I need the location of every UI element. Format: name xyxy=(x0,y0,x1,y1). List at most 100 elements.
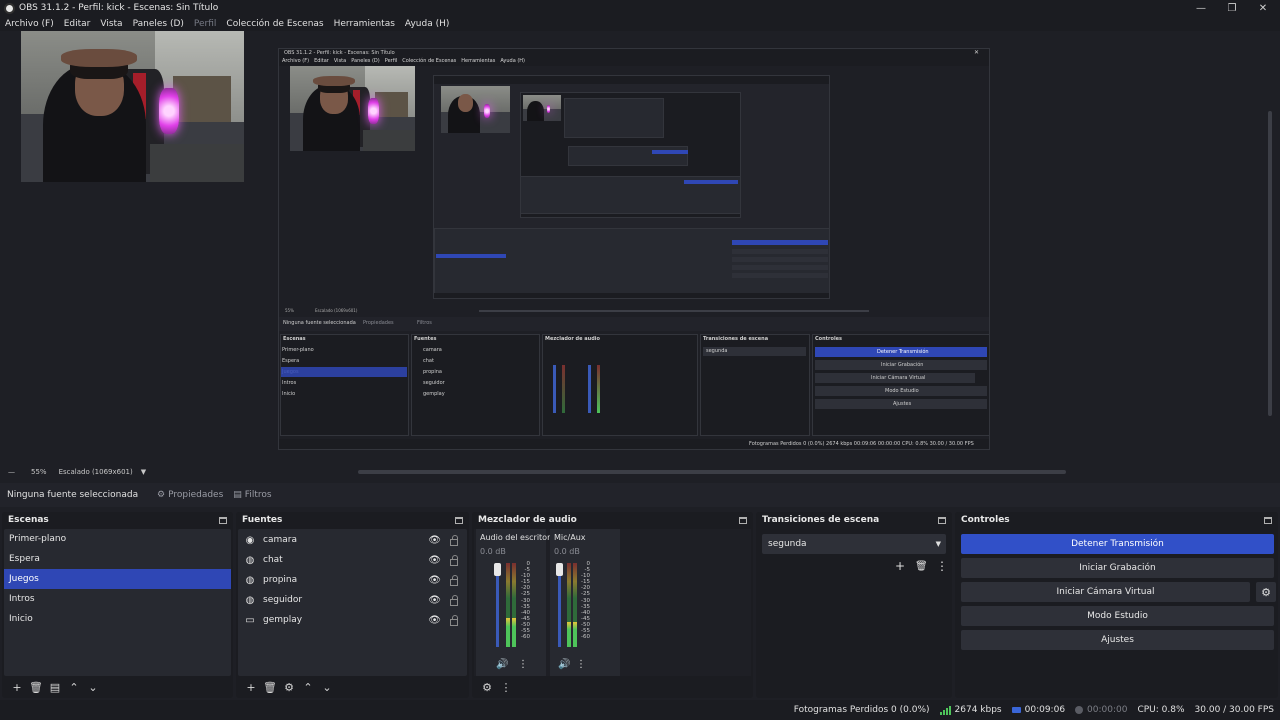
menu-ayuda[interactable]: Ayuda (H) xyxy=(405,19,449,29)
kebab-menu-icon[interactable]: ⋮ xyxy=(497,679,515,695)
trash-icon[interactable]: 🗑 xyxy=(27,679,45,695)
level-meter xyxy=(506,563,510,647)
lock-icon[interactable] xyxy=(450,535,458,546)
maximize-button[interactable]: ❐ xyxy=(1217,0,1247,16)
source-item[interactable]: ▭ gemplay 👁 xyxy=(238,610,467,630)
gear-icon[interactable]: ⚙ xyxy=(478,679,496,695)
close-button[interactable]: ✕ xyxy=(1248,0,1278,16)
menu-herramientas[interactable]: Herramientas xyxy=(334,19,395,29)
menu-coleccion-escenas[interactable]: Colección de Escenas xyxy=(226,19,323,29)
eye-icon[interactable]: 👁 xyxy=(428,555,441,566)
nested-close-icon: ✕ xyxy=(974,49,980,56)
move-down-button[interactable]: ⌄ xyxy=(318,679,336,695)
nested-menu: Archivo (F) Editar Vista Paneles (D) Perfil C… xyxy=(282,58,526,64)
speaker-icon[interactable]: 🔊 xyxy=(558,659,570,670)
level-meter xyxy=(512,563,516,647)
lock-icon[interactable] xyxy=(450,575,458,586)
start-recording-button[interactable]: Iniciar Grabación xyxy=(961,558,1274,578)
trash-icon[interactable]: 🗑 xyxy=(261,679,279,695)
transition-select[interactable]: segunda ▼ xyxy=(762,534,946,554)
lock-icon[interactable] xyxy=(450,555,458,566)
status-bar: Fotogramas Perdidos 0 (0.0%) 2674 kbps 0… xyxy=(0,700,1280,720)
window-title: OBS 31.1.2 - Perfil: kick - Escenas: Sin… xyxy=(19,3,219,13)
studio-mode-button[interactable]: Modo Estudio xyxy=(961,606,1274,626)
source-item[interactable]: ◍ chat 👁 xyxy=(238,550,467,570)
lock-icon[interactable] xyxy=(450,595,458,606)
source-item[interactable]: ◉ camara 👁 xyxy=(238,530,467,550)
bitrate: 2674 kbps xyxy=(939,705,1002,715)
preview-horizontal-scrollbar[interactable] xyxy=(358,470,1066,474)
eye-icon[interactable]: 👁 xyxy=(428,535,441,546)
add-source-button[interactable]: + xyxy=(242,679,260,695)
scene-item[interactable]: Espera xyxy=(4,549,231,569)
volume-knob[interactable] xyxy=(556,563,563,576)
db-tick: -60 xyxy=(521,634,530,641)
scene-item[interactable]: Intros xyxy=(4,589,231,609)
scale-dropdown-icon[interactable]: ▼ xyxy=(141,468,146,476)
volume-knob[interactable] xyxy=(494,563,501,576)
undock-icon[interactable] xyxy=(219,516,227,524)
mixer-channel-desktop: Audio del escritorio 0.0 dB 0 -5 -10 -15 -20… xyxy=(476,529,557,676)
properties-button[interactable]: ⚙ Propiedades xyxy=(157,490,223,500)
kebab-menu-icon[interactable]: ⋮ xyxy=(576,659,586,670)
preview-vertical-scrollbar[interactable] xyxy=(1268,111,1272,416)
lock-icon[interactable] xyxy=(450,615,458,626)
start-virtual-camera-button[interactable]: Iniciar Cámara Virtual xyxy=(961,582,1250,602)
stop-streaming-button[interactable]: Detener Transmisión xyxy=(961,534,1274,554)
context-bar: Ninguna fuente seleccionada ⚙ Propiedade… xyxy=(0,483,1280,507)
scale-label[interactable]: Escalado (1069x601) xyxy=(59,468,133,476)
signal-icon xyxy=(939,705,952,715)
undock-icon[interactable] xyxy=(938,516,946,524)
undock-icon[interactable] xyxy=(455,516,463,524)
undock-icon[interactable] xyxy=(1264,516,1272,524)
eye-icon[interactable]: 👁 xyxy=(428,595,441,606)
scene-item[interactable]: Primer-plano xyxy=(4,529,231,549)
scene-item[interactable]: Inicio xyxy=(4,609,231,629)
kebab-menu-icon[interactable]: ⋮ xyxy=(518,659,528,670)
filter-icon: ▤ xyxy=(233,490,242,500)
minimize-button[interactable]: — xyxy=(1186,0,1216,16)
add-scene-button[interactable]: + xyxy=(8,679,26,695)
kebab-menu-icon[interactable]: ⋮ xyxy=(936,559,948,573)
controls-title: Controles xyxy=(961,515,1010,525)
zoom-out-button[interactable]: — xyxy=(8,468,15,476)
game-capture-nested-obs[interactable]: OBS 31.1.2 - Perfil: kick - Escenas: Sin… xyxy=(278,48,990,450)
add-transition-button[interactable]: + xyxy=(895,559,905,573)
camera-icon: ◉ xyxy=(245,534,255,546)
zoom-row: — 55% Escalado (1069x601) ▼ xyxy=(0,466,146,478)
move-down-button[interactable]: ⌄ xyxy=(84,679,102,695)
nested-webcam xyxy=(290,66,415,151)
channel-name: Audio del escritorio xyxy=(480,533,558,542)
filters-button[interactable]: ▤ Filtros xyxy=(233,490,271,500)
scene-item-selected[interactable]: Juegos xyxy=(4,569,231,589)
browser-icon: ◍ xyxy=(245,554,255,566)
menu-editar[interactable]: Editar xyxy=(64,19,91,29)
eye-icon[interactable]: 👁 xyxy=(428,575,441,586)
undock-icon[interactable] xyxy=(739,516,747,524)
level-meter xyxy=(573,563,577,647)
obs-logo-icon xyxy=(4,2,15,14)
mixer-channel-mic: Mic/Aux 0.0 dB 0 -5 -10 -15 -20 -25 -30 -35 -40-… xyxy=(550,529,620,676)
move-up-button[interactable]: ⌃ xyxy=(299,679,317,695)
record-time: 00:00:00 xyxy=(1075,705,1127,715)
scene-filters-button[interactable]: ▤ xyxy=(46,679,64,695)
eye-icon[interactable]: 👁 xyxy=(428,615,441,626)
settings-button[interactable]: Ajustes xyxy=(961,630,1274,650)
menu-vista[interactable]: Vista xyxy=(100,19,122,29)
preview-canvas[interactable]: OBS 31.1.2 - Perfil: kick - Escenas: Sin… xyxy=(0,31,1280,466)
record-icon xyxy=(1075,706,1084,714)
db-tick: -60 xyxy=(581,634,590,641)
gear-icon[interactable]: ⚙ xyxy=(280,679,298,695)
menu-paneles[interactable]: Paneles (D) xyxy=(133,19,184,29)
source-item[interactable]: ◍ seguidor 👁 xyxy=(238,590,467,610)
trash-icon[interactable]: 🗑 xyxy=(915,561,928,572)
virtual-camera-settings-gear-icon[interactable]: ⚙ xyxy=(1256,582,1276,602)
menu-archivo[interactable]: Archivo (F) xyxy=(5,19,54,29)
menu-perfil[interactable]: Perfil xyxy=(194,19,217,29)
webcam-source[interactable] xyxy=(21,31,244,182)
dropped-frames: Fotogramas Perdidos 0 (0.0%) xyxy=(793,705,930,715)
source-item[interactable]: ◍ propina 👁 xyxy=(238,570,467,590)
speaker-icon[interactable]: 🔊 xyxy=(496,659,508,670)
channel-db: 0.0 dB xyxy=(554,547,580,556)
move-up-button[interactable]: ⌃ xyxy=(65,679,83,695)
